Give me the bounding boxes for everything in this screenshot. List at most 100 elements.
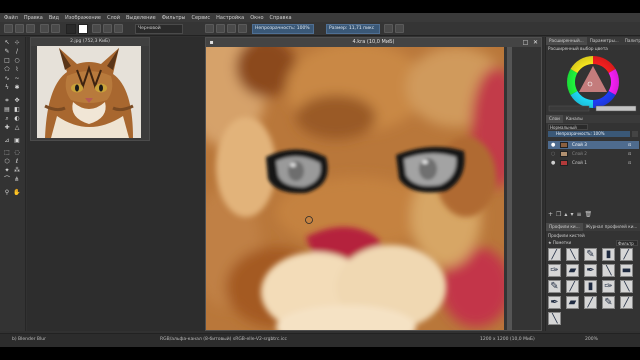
save-document-icon[interactable] bbox=[26, 24, 35, 33]
crop-tool-icon[interactable]: ⌗ bbox=[3, 97, 11, 105]
close-icon[interactable]: ✕ bbox=[532, 39, 539, 46]
delete-layer-icon[interactable]: 🗑 bbox=[584, 211, 592, 219]
layer-lock-icon[interactable]: ⊡ bbox=[628, 159, 631, 167]
maximize-icon[interactable]: □ bbox=[522, 39, 529, 46]
open-document-icon[interactable] bbox=[15, 24, 24, 33]
brush-preset-thumbnail[interactable]: ╱ bbox=[548, 248, 561, 261]
color-picker-icon[interactable]: ⌕ bbox=[3, 115, 11, 123]
color-wheel[interactable] bbox=[546, 52, 640, 114]
brush-preset-thumbnail[interactable]: ╲ bbox=[566, 248, 579, 261]
brush-preset-thumbnail[interactable]: ╱ bbox=[620, 296, 633, 309]
fill-pattern-icon[interactable] bbox=[92, 24, 101, 33]
brush-preset-thumbnail[interactable]: ╱ bbox=[584, 296, 597, 309]
brush-preset-thumbnail[interactable]: ▬ bbox=[620, 264, 633, 277]
zoom-tool-icon[interactable]: ⚲ bbox=[3, 189, 11, 197]
layer-row-2[interactable]: ○ Слой 2 ⊡ bbox=[548, 150, 639, 158]
smart-patch-icon[interactable]: ✚ bbox=[3, 124, 11, 132]
menu-filter[interactable]: Фильтры bbox=[162, 15, 186, 21]
brush-filter-input[interactable]: Фильтр bbox=[616, 240, 638, 246]
menu-edit[interactable]: Правка bbox=[24, 15, 43, 21]
select-tool-icon[interactable]: ↖ bbox=[3, 39, 11, 47]
dynamic-brush-icon[interactable]: ϟ bbox=[3, 84, 11, 92]
preserve-alpha-icon[interactable] bbox=[227, 24, 236, 33]
new-document-icon[interactable] bbox=[4, 24, 13, 33]
brush-preset-thumbnail[interactable]: ✒ bbox=[584, 264, 597, 277]
painting-canvas[interactable] bbox=[206, 47, 504, 330]
pan-tool-icon[interactable]: ✋ bbox=[13, 189, 21, 197]
mirror-horizontal-icon[interactable] bbox=[384, 24, 393, 33]
ellipse-tool-icon[interactable]: ○ bbox=[13, 57, 21, 65]
freehand-select-icon[interactable]: ℓ bbox=[13, 158, 21, 166]
undo-icon[interactable] bbox=[40, 24, 49, 33]
brush-preset-thumbnail[interactable]: ╲ bbox=[602, 264, 615, 277]
reference-tool-icon[interactable]: ▣ bbox=[13, 137, 21, 145]
menu-tools[interactable]: Сервис bbox=[191, 15, 210, 21]
redo-icon[interactable] bbox=[51, 24, 60, 33]
document-menu-icon[interactable]: ▪ bbox=[208, 39, 215, 46]
layer-lock-icon[interactable]: ⊡ bbox=[628, 150, 631, 158]
brush-preset-thumbnail[interactable]: ▮ bbox=[584, 280, 597, 293]
menu-help[interactable]: Справка bbox=[270, 15, 292, 21]
layer-opacity-slider[interactable]: Непрозрачность: 100% bbox=[548, 131, 630, 137]
brush-tag-select[interactable]: ★ Пометки bbox=[548, 240, 588, 245]
visibility-eye-icon[interactable]: ○ bbox=[551, 150, 555, 158]
tab-advanced-color[interactable]: Расширенный... bbox=[546, 37, 587, 45]
bezier-select-icon[interactable]: ⌒ bbox=[3, 176, 11, 184]
brush-preset-thumbnail[interactable]: ▰ bbox=[566, 264, 579, 277]
visibility-eye-icon[interactable]: ● bbox=[551, 141, 555, 149]
fill-tool-icon[interactable]: ◧ bbox=[13, 106, 21, 114]
eraser-mode-icon[interactable] bbox=[216, 24, 225, 33]
move-layer-down-icon[interactable]: ▾ bbox=[570, 211, 573, 219]
blend-mode-select[interactable]: Нормальный bbox=[548, 124, 588, 130]
menu-view[interactable]: Вид bbox=[49, 15, 59, 21]
brush-preset-thumbnail[interactable]: ✒ bbox=[548, 296, 561, 309]
brush-preset-selector[interactable]: Черновой bbox=[135, 24, 183, 34]
measure-tool-icon[interactable]: ⊿ bbox=[3, 137, 11, 145]
document-window[interactable]: 4.kra (10,0 МиБ) ▪ □ ✕ bbox=[205, 37, 542, 331]
menu-layer[interactable]: Слой bbox=[107, 15, 120, 21]
move-layer-up-icon[interactable]: ▴ bbox=[564, 211, 567, 219]
layer-row-3[interactable]: ● Слой 3 ⊡ bbox=[548, 141, 639, 149]
brush-preset-thumbnail[interactable]: ✑ bbox=[548, 264, 561, 277]
brush-preset-thumbnail[interactable]: ✎ bbox=[548, 280, 561, 293]
brush-preset-thumbnail[interactable]: ✑ bbox=[602, 280, 615, 293]
brush-preset-thumbnail[interactable]: ▮ bbox=[602, 248, 615, 261]
brush-editor-icon[interactable] bbox=[114, 24, 123, 33]
add-layer-icon[interactable]: + bbox=[548, 211, 553, 219]
freehand-path-icon[interactable]: ~ bbox=[13, 75, 21, 83]
polygon-select-icon[interactable]: ⬡ bbox=[3, 158, 11, 166]
layer-row-1[interactable]: ● Слой 1 ⊡ bbox=[548, 159, 639, 167]
brush-preset-thumbnail[interactable]: ✎ bbox=[584, 248, 597, 261]
ellipse-select-icon[interactable]: ◌ bbox=[13, 149, 21, 157]
brush-preset-thumbnail[interactable]: ✎ bbox=[602, 296, 615, 309]
vertical-scrollbar[interactable] bbox=[507, 47, 512, 330]
status-zoom[interactable]: 200% bbox=[585, 337, 598, 342]
rect-select-icon[interactable]: ⬚ bbox=[3, 149, 11, 157]
background-color-swatch[interactable] bbox=[78, 24, 88, 34]
assistant-tool-icon[interactable]: △ bbox=[13, 124, 21, 132]
bezier-tool-icon[interactable]: ∿ bbox=[3, 75, 11, 83]
tab-layers[interactable]: Слои bbox=[546, 115, 563, 123]
move-tool-icon[interactable]: ✥ bbox=[13, 97, 21, 105]
mirror-vertical-icon[interactable] bbox=[395, 24, 404, 33]
menu-select[interactable]: Выделение bbox=[126, 15, 156, 21]
contiguous-select-icon[interactable]: ✦ bbox=[3, 167, 11, 175]
duplicate-layer-icon[interactable]: ❐ bbox=[556, 211, 561, 219]
brush-size-slider[interactable]: Размер: 11,71 пикс bbox=[326, 24, 380, 34]
brush-preset-thumbnail[interactable]: ╱ bbox=[566, 280, 579, 293]
menu-file[interactable]: Файл bbox=[4, 15, 18, 21]
tab-palette[interactable]: Палитра bbox=[622, 37, 640, 45]
brush-preset-thumbnail[interactable]: ▰ bbox=[566, 296, 579, 309]
visibility-eye-icon[interactable]: ● bbox=[551, 159, 555, 167]
gradient-tool-icon[interactable]: ▤ bbox=[3, 106, 11, 114]
multibrush-icon[interactable]: ✱ bbox=[13, 84, 21, 92]
layer-filter-icon[interactable] bbox=[632, 131, 638, 137]
tab-tool-options[interactable]: Параметры... bbox=[587, 37, 622, 45]
menu-image[interactable]: Изображение bbox=[65, 15, 101, 21]
magnetic-select-icon[interactable]: ⋔ bbox=[13, 176, 21, 184]
similar-select-icon[interactable]: ⁂ bbox=[13, 167, 21, 175]
menu-window[interactable]: Окно bbox=[250, 15, 263, 21]
rectangle-tool-icon[interactable]: □ bbox=[3, 57, 11, 65]
blend-mode-icon[interactable] bbox=[205, 24, 214, 33]
colorize-mask-icon[interactable]: ◐ bbox=[13, 115, 21, 123]
